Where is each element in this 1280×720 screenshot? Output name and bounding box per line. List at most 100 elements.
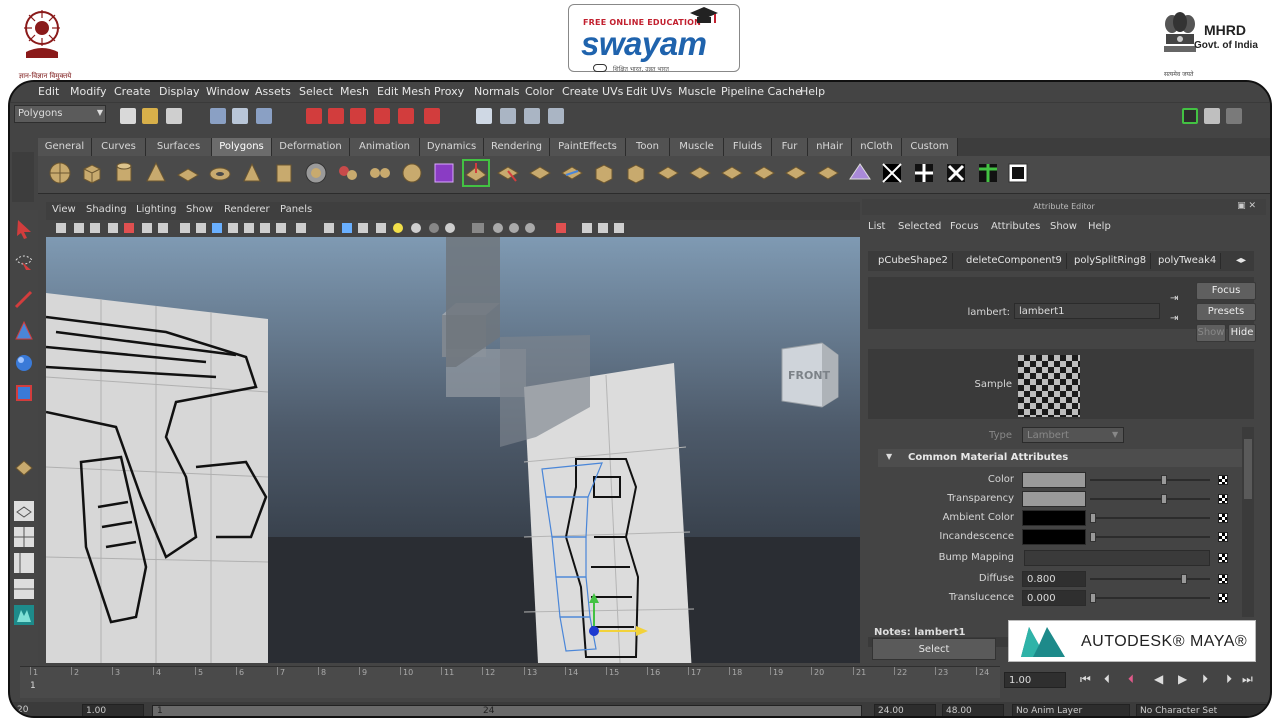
ae-hide-button[interactable]: Hide (1228, 324, 1256, 342)
collapse-icon[interactable] (720, 161, 744, 185)
ae-attr-slider-track[interactable] (1090, 536, 1210, 538)
time-slider[interactable]: 1 2 3 4 5 6 7 8 9 10 11 12 13 14 15 16 17 18 19 20 21 22 23 24 1 (20, 666, 1000, 698)
tab-general[interactable]: General (38, 138, 92, 156)
combine-icon[interactable] (336, 161, 360, 185)
tab-nhair[interactable]: nHair (808, 138, 852, 156)
step-back-key-icon[interactable]: ⏴ (1128, 672, 1134, 687)
tab-painteffects[interactable]: PaintEffects (550, 138, 626, 156)
tab-dynamics[interactable]: Dynamics (420, 138, 484, 156)
ae-attr-slider-handle[interactable] (1161, 494, 1167, 504)
go-to-start-icon[interactable]: ⏮ (1080, 672, 1091, 687)
ae-attr-value-field[interactable]: 0.800 (1022, 571, 1086, 587)
ae-focus-button[interactable]: Focus (1196, 282, 1256, 300)
range-end-field[interactable]: 24.00 (874, 704, 936, 716)
menu-modify[interactable]: Modify (70, 85, 106, 98)
ae-select-button[interactable]: Select (872, 638, 996, 660)
viewport-menu-panels[interactable]: Panels (280, 204, 312, 215)
modeling-toolkit-icon[interactable] (1182, 108, 1198, 124)
ae-menu-list[interactable]: List (868, 221, 885, 232)
uv-auto-icon[interactable] (976, 161, 1000, 185)
ae-attr-map-button-icon[interactable] (1218, 553, 1228, 563)
viewport-menu-shading[interactable]: Shading (86, 204, 127, 215)
ae-tab-pcubeshape2[interactable]: pCubeShape2 (874, 253, 953, 269)
ae-attr-map-button-icon[interactable] (1218, 494, 1228, 504)
ae-tab-scroll-icon[interactable]: ◂▸ (1232, 253, 1250, 269)
snap-surface-icon[interactable] (398, 108, 414, 124)
step-forward-icon[interactable]: ⏵ (1226, 672, 1232, 687)
ae-attr-slider-track[interactable] (1090, 498, 1210, 500)
ae-scrollbar-thumb[interactable] (1244, 439, 1252, 499)
tab-fur[interactable]: Fur (772, 138, 808, 156)
tab-custom[interactable]: Custom (902, 138, 958, 156)
select-object-icon[interactable] (232, 108, 248, 124)
soft-select-icon[interactable] (848, 161, 872, 185)
split-polygon-icon[interactable] (560, 161, 584, 185)
menu-proxy[interactable]: Proxy (434, 85, 464, 98)
move-tool-icon[interactable] (13, 320, 35, 342)
merge-icon[interactable] (688, 161, 712, 185)
range-start-field[interactable]: 1.00 (82, 704, 144, 716)
ae-input-connection-icon[interactable]: ⇥ (1170, 293, 1178, 304)
tab-rendering[interactable]: Rendering (484, 138, 550, 156)
menu-mesh[interactable]: Mesh (340, 85, 369, 98)
scale-tool-icon[interactable] (13, 382, 35, 404)
new-scene-icon[interactable] (120, 108, 136, 124)
viewport-menu-lighting[interactable]: Lighting (136, 204, 176, 215)
ae-attr-map-field[interactable] (1024, 550, 1210, 566)
ae-attr-value-field[interactable]: 0.000 (1022, 590, 1086, 606)
ae-menu-attributes[interactable]: Attributes (991, 221, 1040, 232)
ae-attr-map-button-icon[interactable] (1218, 475, 1228, 485)
menu-edit-mesh[interactable]: Edit Mesh (377, 85, 431, 98)
render-settings-icon[interactable] (548, 108, 564, 124)
open-scene-icon[interactable] (142, 108, 158, 124)
select-hierarchy-icon[interactable] (210, 108, 226, 124)
menu-assets[interactable]: Assets (255, 85, 291, 98)
current-time-field[interactable]: 1.00 (1004, 672, 1066, 688)
poly-extrude-cube-icon[interactable] (432, 161, 456, 185)
uv-cylindrical-icon[interactable] (912, 161, 936, 185)
append-polygon-icon[interactable] (528, 161, 552, 185)
ae-attr-color-swatch[interactable] (1022, 529, 1086, 545)
poly-torus-icon[interactable] (208, 161, 232, 185)
layout-graph-icon[interactable] (13, 578, 35, 600)
menu-create-uvs[interactable]: Create UVs (562, 85, 623, 98)
ae-tab-polysplitring8[interactable]: polySplitRing8 (1070, 253, 1152, 269)
render-current-icon[interactable] (500, 108, 516, 124)
go-to-end-icon[interactable]: ⏭ (1242, 672, 1253, 687)
tab-muscle[interactable]: Muscle (670, 138, 724, 156)
ae-attr-map-button-icon[interactable] (1218, 532, 1228, 542)
ae-attr-slider-handle[interactable] (1161, 475, 1167, 485)
channel-box-icon[interactable] (1204, 108, 1220, 124)
ae-tab-deletecomponent9[interactable]: deleteComponent9 (962, 253, 1067, 269)
ae-show-button[interactable]: Show (1196, 324, 1226, 342)
character-set-select[interactable]: No Character Set (1136, 704, 1270, 716)
select-component-icon[interactable] (256, 108, 272, 124)
poly-pipe-icon[interactable] (272, 161, 296, 185)
layout-outliner-icon[interactable] (13, 552, 35, 574)
ae-menu-selected[interactable]: Selected (898, 221, 941, 232)
ae-output-connection-icon[interactable]: ⇥ (1170, 313, 1178, 324)
ae-attr-slider-track[interactable] (1090, 517, 1210, 519)
menu-pipeline-cache[interactable]: Pipeline Cache (721, 85, 802, 98)
layout-four-icon[interactable] (13, 526, 35, 548)
save-scene-icon[interactable] (166, 108, 182, 124)
ae-menu-help[interactable]: Help (1088, 221, 1111, 232)
poly-cone-icon[interactable] (144, 161, 168, 185)
menu-muscle[interactable]: Muscle (678, 85, 716, 98)
viewport-toolbar-icons[interactable] (46, 220, 860, 236)
snap-curve-icon[interactable] (328, 108, 344, 124)
ae-attr-slider-track[interactable] (1090, 479, 1210, 481)
layout-single-icon[interactable] (13, 500, 35, 522)
poly-plane-icon[interactable] (176, 161, 200, 185)
ae-attr-map-button-icon[interactable] (1218, 593, 1228, 603)
menu-normals[interactable]: Normals (474, 85, 520, 98)
ae-presets-button[interactable]: Presets (1196, 303, 1256, 321)
tab-fluids[interactable]: Fluids (724, 138, 772, 156)
ae-attr-slider-handle[interactable] (1090, 532, 1096, 542)
ae-tab-polytweak4[interactable]: polyTweak4 (1154, 253, 1222, 269)
ae-attr-slider-track[interactable] (1090, 597, 1210, 599)
poly-sphere-icon[interactable] (48, 161, 72, 185)
tab-animation[interactable]: Animation (350, 138, 420, 156)
poly-prism-icon[interactable] (240, 161, 264, 185)
ipr-render-icon[interactable] (524, 108, 540, 124)
